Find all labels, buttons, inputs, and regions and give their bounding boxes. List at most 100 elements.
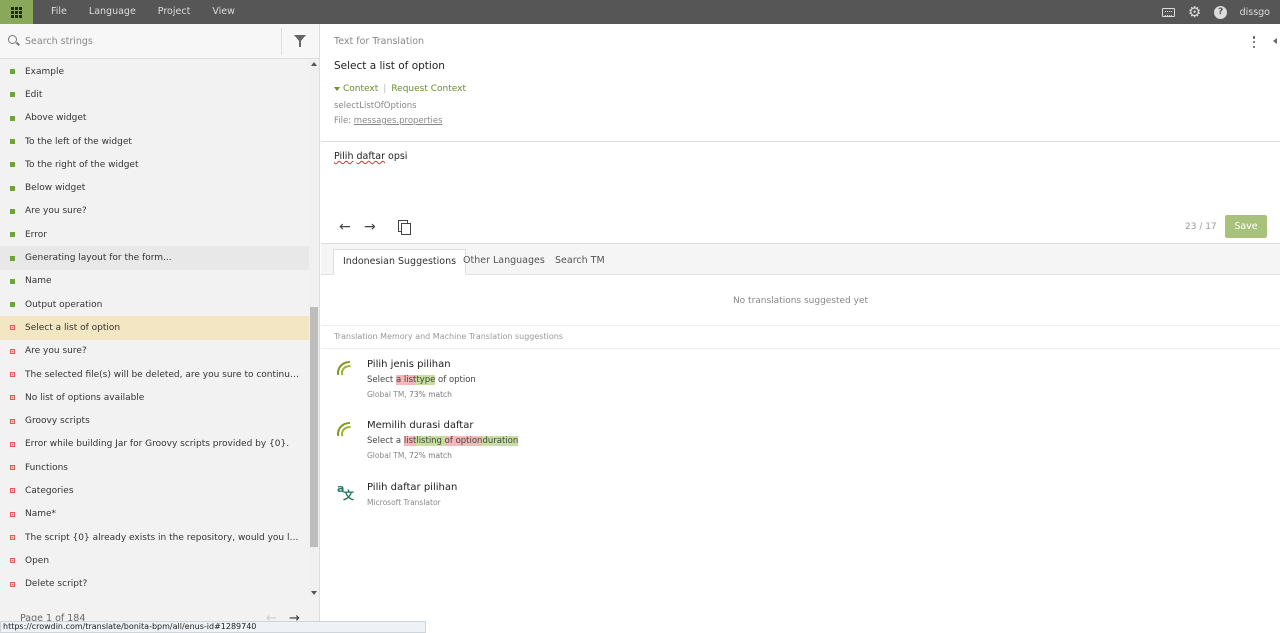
string-label: Error [25, 229, 47, 240]
scrollbar[interactable] [309, 60, 319, 598]
editor-panel: Text for Translation Select a list of op… [321, 24, 1280, 633]
list-item[interactable]: Name* [0, 503, 309, 526]
list-item[interactable]: Edit [0, 83, 309, 106]
settings-button[interactable]: ⚙ [1182, 0, 1208, 24]
list-item[interactable]: To the right of the widget [0, 153, 309, 176]
string-label: No list of options available [25, 392, 145, 403]
gear-icon: ⚙ [1187, 2, 1202, 21]
translation-input[interactable]: Pilih daftar opsi [334, 151, 407, 162]
scrollbar-thumb[interactable] [310, 307, 318, 547]
list-item[interactable]: Generating layout for the form... [0, 246, 309, 270]
tab-search-tm[interactable]: Search TM [546, 249, 614, 275]
tm-swirl-icon [335, 421, 354, 438]
list-item[interactable]: Above widget [0, 107, 309, 130]
string-label: Name* [25, 509, 57, 520]
string-label: The script {0} already exists in the rep… [25, 532, 300, 543]
list-item[interactable]: Output operation [0, 293, 309, 316]
top-bar: File Language Project View ⚙ ? dissgo [0, 0, 1280, 24]
tab-other-languages[interactable]: Other Languages [454, 249, 554, 275]
microsoft-translator-icon: a文 [337, 482, 354, 502]
untranslated-status-icon [10, 395, 15, 401]
string-label: Generating layout for the form... [25, 253, 172, 264]
list-item[interactable]: Are you sure? [0, 200, 309, 223]
untranslated-status-icon [10, 325, 15, 331]
list-item[interactable]: Error [0, 223, 309, 246]
tab-indonesian-suggestions[interactable]: Indonesian Suggestions [333, 249, 467, 275]
string-key: selectListOfOptions [334, 101, 417, 111]
string-label: Above widget [25, 113, 87, 124]
string-label: Categories [25, 485, 74, 496]
string-label: Output operation [25, 299, 103, 310]
string-label: Delete script? [25, 579, 88, 590]
source-text: Select a list of option [334, 60, 445, 72]
apps-grid-button[interactable] [0, 0, 33, 24]
menu-language[interactable]: Language [78, 0, 147, 24]
list-item[interactable]: Below widget [0, 176, 309, 199]
apps-grid-icon [11, 6, 22, 18]
untranslated-status-icon [10, 581, 15, 587]
list-item[interactable]: Functions [0, 456, 309, 479]
list-item[interactable]: No list of options available [0, 386, 309, 409]
string-label: Groovy scripts [25, 416, 90, 427]
translated-status-icon [10, 278, 15, 284]
suggestion-item[interactable]: a文 Pilih daftar pilihan Microsoft Transl… [321, 480, 1280, 536]
list-item-selected[interactable]: Select a list of option [0, 316, 309, 340]
translation-word: Pilih [334, 151, 354, 162]
filter-icon[interactable] [293, 34, 309, 50]
suggestion-text: Memilih durasi daftar [367, 420, 474, 431]
list-item[interactable]: Error while building Jar for Groovy scri… [0, 433, 309, 456]
divider [321, 141, 1280, 142]
copy-source-icon[interactable] [398, 220, 411, 235]
no-suggestions-message: No translations suggested yet [732, 296, 869, 306]
string-label: Example [25, 66, 65, 77]
source-label: Text for Translation [334, 36, 425, 47]
menu-file[interactable]: File [40, 0, 78, 24]
keyboard-shortcuts-button[interactable] [1156, 0, 1182, 24]
untranslated-status-icon [10, 488, 15, 494]
file-link[interactable]: messages.properties [354, 116, 443, 126]
translated-status-icon [10, 185, 15, 191]
list-item[interactable]: Categories [0, 479, 309, 502]
list-item[interactable]: The script {0} already exists in the rep… [0, 526, 309, 549]
main-menu: File Language Project View [40, 0, 246, 24]
context-toggle[interactable]: Context [343, 84, 378, 94]
suggestion-diff: Select a listlisting of optionduration [367, 436, 519, 446]
list-item[interactable]: Example [0, 60, 309, 83]
help-button[interactable]: ? [1208, 0, 1234, 24]
search-input[interactable] [25, 35, 275, 47]
translation-word: daftar [356, 151, 385, 162]
list-item[interactable]: Groovy scripts [0, 409, 309, 432]
untranslated-status-icon [10, 535, 15, 541]
scroll-up-icon[interactable] [311, 62, 317, 66]
request-context-link[interactable]: Request Context [391, 84, 466, 94]
collapse-right-panel-icon[interactable] [1271, 34, 1279, 48]
suggestion-meta: Global TM, 72% match [367, 451, 452, 460]
scroll-down-icon[interactable] [311, 591, 317, 595]
suggestion-tabs: Indonesian Suggestions Other Languages S… [321, 244, 1280, 275]
list-item[interactable]: Delete script? [0, 573, 309, 596]
untranslated-status-icon [10, 558, 15, 564]
string-label: Open [25, 555, 50, 566]
menu-project[interactable]: Project [147, 0, 202, 24]
arrow-right-icon[interactable]: → [364, 219, 376, 235]
list-item[interactable]: Are you sure? [0, 340, 309, 363]
translated-status-icon [10, 115, 15, 121]
arrow-left-icon[interactable]: ← [339, 219, 351, 235]
untranslated-status-icon [10, 348, 15, 354]
list-item[interactable]: Open [0, 549, 309, 572]
suggestion-item[interactable]: Pilih jenis pilihan Select a listtype of… [321, 357, 1280, 413]
keyboard-icon [1162, 7, 1176, 17]
list-item[interactable]: To the left of the widget [0, 130, 309, 153]
string-label: Edit [25, 89, 43, 100]
user-menu[interactable]: dissgo [1234, 7, 1280, 18]
string-label: Name [25, 276, 52, 287]
save-button[interactable]: Save [1225, 215, 1267, 238]
more-options-icon[interactable] [1251, 35, 1257, 49]
character-counter: 23 / 17 [1185, 222, 1217, 232]
translated-status-icon [10, 208, 15, 214]
suggestion-item[interactable]: Memilih durasi daftar Select a listlisti… [321, 418, 1280, 474]
translated-status-icon [10, 69, 15, 75]
list-item[interactable]: Name [0, 270, 309, 293]
list-item[interactable]: The selected file(s) will be deleted, ar… [0, 363, 309, 386]
menu-view[interactable]: View [201, 0, 246, 24]
